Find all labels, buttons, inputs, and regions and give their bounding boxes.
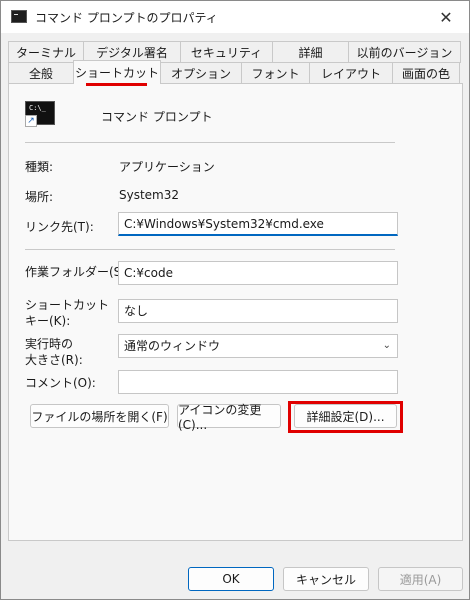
- start-in-label: 作業フォルダー(S):: [25, 265, 131, 279]
- location-value: System32: [119, 188, 180, 202]
- chevron-down-icon: ⌄: [382, 340, 391, 351]
- advanced-button-highlight: [288, 401, 403, 433]
- target-input[interactable]: C:¥Windows¥System32¥cmd.exe: [118, 212, 398, 236]
- run-label-line2: 大きさ(R):: [25, 353, 83, 367]
- shortcut-key-label-line1: ショートカット: [25, 298, 110, 312]
- run-label-line1: 実行時の: [25, 337, 74, 351]
- type-value: アプリケーション: [119, 160, 215, 174]
- tab-shortcut[interactable]: ショートカット: [73, 60, 161, 84]
- active-tab-highlight: [86, 83, 147, 86]
- cancel-button[interactable]: キャンセル: [283, 567, 369, 591]
- comment-label: コメント(O):: [25, 376, 96, 390]
- change-icon-button[interactable]: アイコンの変更(C)...: [177, 403, 281, 432]
- run-select-value: 通常のウィンドウ: [124, 339, 221, 353]
- properties-window: コマンド プロンプトのプロパティ ✕ ターミナル デジタル署名 セキュリティ 詳…: [0, 0, 470, 600]
- target-label: リンク先(T):: [25, 220, 94, 234]
- shortcut-key-input[interactable]: なし: [118, 299, 398, 323]
- ok-button[interactable]: OK: [188, 567, 274, 591]
- tab-details[interactable]: 詳細: [272, 41, 349, 63]
- location-label: 場所:: [25, 190, 54, 204]
- open-file-location-button[interactable]: ファイルの場所を開く(F): [30, 404, 169, 428]
- cmd-title-icon: [11, 10, 27, 23]
- start-in-input[interactable]: C:¥code: [118, 261, 398, 285]
- tab-previous-versions[interactable]: 以前のバージョン: [348, 41, 461, 63]
- app-name: コマンド プロンプト: [101, 110, 213, 124]
- type-label: 種類:: [25, 160, 54, 174]
- tab-colors[interactable]: 画面の色: [392, 62, 460, 84]
- close-button[interactable]: ✕: [423, 1, 469, 33]
- tab-font[interactable]: フォント: [241, 62, 310, 84]
- shortcut-key-label-line2: キー(K):: [25, 314, 71, 328]
- window-title: コマンド プロンプトのプロパティ: [35, 11, 218, 25]
- shortcut-arrow-icon: ↗: [25, 115, 37, 127]
- tab-options[interactable]: オプション: [160, 62, 242, 84]
- cmd-icon-text: C:\_: [29, 104, 46, 112]
- separator-1: [25, 142, 395, 143]
- tab-security[interactable]: セキュリティ: [180, 41, 273, 63]
- tab-general[interactable]: 全般: [8, 62, 74, 84]
- tab-row-bottom: 全般 ショートカット オプション フォント レイアウト 画面の色: [8, 60, 460, 84]
- title-bar: コマンド プロンプトのプロパティ ✕: [1, 1, 469, 33]
- comment-input[interactable]: [118, 370, 398, 394]
- run-select[interactable]: 通常のウィンドウ ⌄: [118, 334, 398, 358]
- apply-button[interactable]: 適用(A): [378, 567, 463, 591]
- separator-2: [25, 249, 395, 250]
- tab-layout[interactable]: レイアウト: [309, 62, 393, 84]
